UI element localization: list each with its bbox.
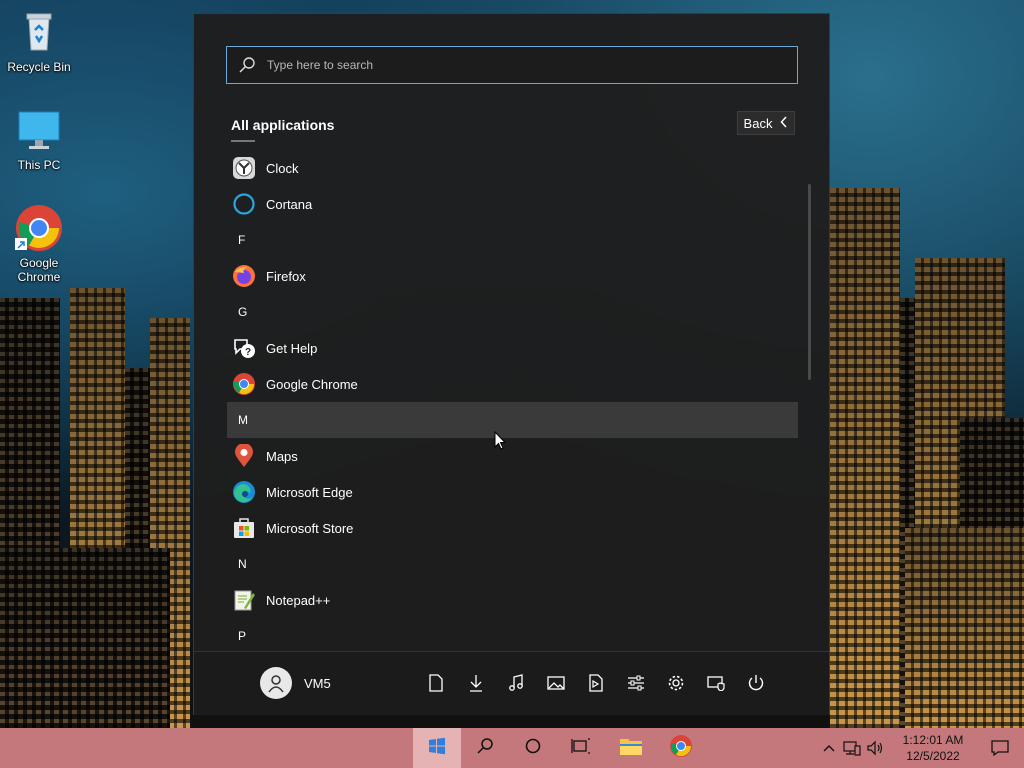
clock[interactable]: 1:12:01 AM 12/5/2022 [898, 732, 968, 764]
app-item-cortana[interactable]: Cortana [227, 186, 798, 222]
app-label: Google Chrome [266, 376, 358, 392]
notepadpp-icon [232, 588, 256, 612]
desktop-icon-this-pc[interactable]: This PC [4, 106, 74, 172]
system-tray: 1:12:01 AM 12/5/2022 [818, 728, 1024, 768]
letter-header-m[interactable]: M [227, 402, 798, 438]
chevron-left-icon [780, 115, 788, 131]
start-button[interactable] [413, 728, 461, 768]
all-applications-title: All applications [231, 117, 335, 133]
taskbar-search-button[interactable] [461, 728, 509, 768]
gear-icon[interactable] [666, 672, 686, 694]
recycle-bin-icon [15, 8, 63, 56]
network-icon[interactable] [840, 740, 864, 756]
app-label: Microsoft Store [266, 520, 354, 536]
store-icon [232, 516, 256, 540]
downloads-icon[interactable] [466, 672, 486, 694]
monitor-icon [15, 106, 63, 154]
desktop-icon-recycle-bin[interactable]: Recycle Bin [4, 8, 74, 74]
user-account-button[interactable]: VM5 [260, 667, 331, 699]
quick-access-bar [426, 672, 766, 694]
maps-icon [232, 444, 256, 468]
desktop-icon-google-chrome[interactable]: Google Chrome [4, 204, 74, 284]
app-label: Maps [266, 448, 298, 464]
music-icon[interactable] [506, 672, 526, 694]
cortana-circle-icon [524, 737, 542, 760]
taskbar: 1:12:01 AM 12/5/2022 [0, 728, 1024, 768]
app-item-firefox[interactable]: Firefox [227, 258, 798, 294]
app-item-clock[interactable]: Clock [227, 150, 798, 186]
app-label: Notepad++ [266, 592, 331, 608]
cortana-icon [232, 192, 256, 216]
chrome-icon [669, 734, 693, 763]
app-item-get-help[interactable]: ? Get Help [227, 330, 798, 366]
app-item-notepad-plus-plus[interactable]: Notepad++ [227, 582, 798, 618]
title-underline [231, 140, 255, 142]
mouse-cursor-icon [494, 430, 507, 455]
cortana-button[interactable] [509, 728, 557, 768]
start-icon [428, 737, 446, 760]
search-input[interactable] [267, 58, 767, 72]
app-item-maps[interactable]: Maps [227, 438, 798, 474]
scrollbar-thumb[interactable] [808, 184, 811, 380]
volume-icon[interactable] [864, 740, 888, 756]
app-label: Microsoft Edge [266, 484, 353, 500]
app-list: Clock Cortana F Firefox G ? Get Help Goo… [227, 150, 798, 654]
chrome-icon [15, 204, 63, 252]
documents-icon[interactable] [426, 672, 446, 694]
app-item-microsoft-edge[interactable]: Microsoft Edge [227, 474, 798, 510]
get-help-icon: ? [232, 336, 256, 360]
app-label: Firefox [266, 268, 306, 284]
file-explorer-button[interactable] [607, 728, 655, 768]
app-label: Get Help [266, 340, 318, 356]
back-button-label: Back [743, 115, 773, 131]
desktop-icon-label: Recycle Bin [7, 60, 71, 74]
power-icon[interactable] [746, 672, 766, 694]
letter-header-p[interactable]: P [227, 618, 798, 654]
edge-icon [232, 480, 256, 504]
pictures-icon[interactable] [546, 672, 566, 694]
task-view-icon [571, 737, 591, 760]
app-item-microsoft-store[interactable]: Microsoft Store [227, 510, 798, 546]
search-icon [227, 56, 267, 74]
firefox-icon [232, 264, 256, 288]
app-label: Cortana [266, 196, 313, 212]
back-button[interactable]: Back [737, 111, 795, 135]
desktop-icon-label: Google Chrome [17, 256, 61, 284]
search-box[interactable] [226, 46, 798, 84]
letter-header-f[interactable]: F [227, 222, 798, 258]
file-explorer-icon [619, 736, 643, 761]
chevron-up-icon[interactable] [818, 744, 840, 752]
user-name: VM5 [304, 675, 331, 691]
clock-date: 12/5/2022 [906, 749, 960, 763]
app-item-google-chrome[interactable]: Google Chrome [227, 366, 798, 402]
clock-icon [232, 156, 256, 180]
settings-sliders-icon[interactable] [626, 672, 646, 694]
notification-icon[interactable] [976, 739, 1024, 757]
taskbar-chrome-button[interactable] [657, 728, 705, 768]
clock-time: 1:12:01 AM [902, 733, 964, 747]
svg-text:?: ? [245, 347, 251, 358]
security-icon[interactable] [706, 672, 726, 694]
app-label: Clock [266, 160, 299, 176]
task-view-button[interactable] [557, 728, 605, 768]
search-icon [476, 737, 494, 760]
videos-icon[interactable] [586, 672, 606, 694]
desktop-icon-label: This PC [17, 158, 61, 172]
start-menu-footer: VM5 [194, 651, 829, 715]
chrome-icon [232, 372, 256, 396]
start-menu: All applications Back Clock Cortana F Fi… [193, 13, 830, 715]
letter-header-n[interactable]: N [227, 546, 798, 582]
user-avatar-icon [260, 667, 292, 699]
letter-header-g[interactable]: G [227, 294, 798, 330]
